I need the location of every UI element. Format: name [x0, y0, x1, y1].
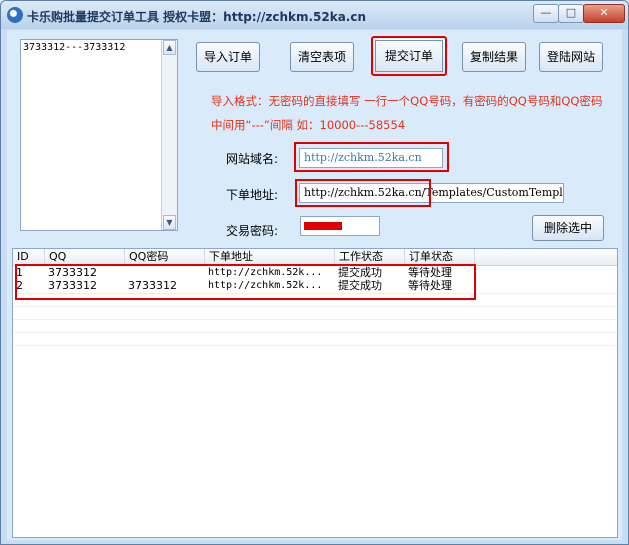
- import-format-hint-line1: 导入格式：无密码的直接填写 一行一个QQ号码，有密码的QQ号码和QQ密码: [211, 94, 603, 108]
- copy-results-button[interactable]: 复制结果: [462, 42, 526, 72]
- row-divider: [13, 306, 617, 307]
- column-header-order-url[interactable]: 下单地址: [205, 249, 335, 265]
- table-row[interactable]: 1 3733312 http://zchkm.52k... 提交成功 等待处理: [13, 266, 617, 279]
- qq-list-content: 3733312---3733312: [23, 42, 126, 53]
- column-header-work-status[interactable]: 工作状态: [335, 249, 405, 265]
- cell-qq-password: [125, 266, 205, 279]
- maximize-button[interactable]: □: [558, 4, 584, 23]
- orders-table-header: ID QQ QQ密码 下单地址 工作状态 订单状态: [13, 249, 617, 266]
- row-divider: [13, 319, 617, 320]
- password-mask: [304, 222, 342, 230]
- order-url-label: 下单地址:: [226, 188, 279, 202]
- client-area: 3733312---3733312 ▲ ▼ 导入订单 清空表项 提交订单 复制结…: [7, 30, 622, 540]
- login-site-button[interactable]: 登陆网站: [539, 42, 603, 72]
- cell-order-status: 等待处理: [408, 266, 452, 279]
- import-format-hint-line2: 中间用“---”间隔 如：10000---58554: [211, 118, 406, 132]
- window-title: 卡乐购批量提交订单工具 授权卡盟：http://zchkm.52ka.cn: [27, 10, 367, 24]
- close-button[interactable]: ✕: [583, 4, 625, 23]
- orders-table[interactable]: ID QQ QQ密码 下单地址 工作状态 订单状态 1 3733312 http…: [12, 248, 618, 538]
- row-divider: [13, 345, 617, 346]
- qq-list-scrollbar[interactable]: ▲ ▼: [161, 40, 177, 230]
- minimize-button[interactable]: —: [533, 4, 559, 23]
- cell-order-status: 等待处理: [408, 279, 452, 292]
- cell-id: 2: [16, 279, 23, 292]
- password-label: 交易密码:: [226, 224, 279, 238]
- clear-items-button[interactable]: 清空表项: [290, 42, 354, 72]
- scroll-up-arrow-icon[interactable]: ▲: [163, 40, 176, 55]
- scroll-down-arrow-icon[interactable]: ▼: [163, 215, 176, 230]
- cell-id: 1: [16, 266, 23, 279]
- domain-input[interactable]: http://zchkm.52ka.cn: [299, 148, 443, 168]
- cell-work-status: 提交成功: [338, 266, 382, 279]
- column-header-order-status[interactable]: 订单状态: [405, 249, 475, 265]
- row-divider: [13, 293, 617, 294]
- app-icon: [7, 7, 23, 23]
- cell-order-url: http://zchkm.52k...: [208, 267, 323, 278]
- main-window: 卡乐购批量提交订单工具 授权卡盟：http://zchkm.52ka.cn — …: [0, 0, 629, 545]
- column-header-qq[interactable]: QQ: [45, 249, 125, 265]
- cell-qq-password: 3733312: [128, 279, 177, 292]
- password-input[interactable]: [300, 216, 380, 236]
- column-header-id[interactable]: ID: [13, 249, 45, 265]
- domain-label: 网站域名:: [226, 152, 279, 166]
- cell-work-status: 提交成功: [338, 279, 382, 292]
- cell-order-url: http://zchkm.52k...: [208, 280, 323, 291]
- table-row[interactable]: 2 3733312 3733312 http://zchkm.52k... 提交…: [13, 279, 617, 292]
- cell-qq: 3733312: [48, 279, 97, 292]
- import-orders-button[interactable]: 导入订单: [196, 42, 260, 72]
- order-url-input[interactable]: http://zchkm.52ka.cn/Templates/CustomTem…: [299, 183, 564, 203]
- row-divider: [13, 332, 617, 333]
- column-header-qq-password[interactable]: QQ密码: [125, 249, 205, 265]
- title-bar[interactable]: 卡乐购批量提交订单工具 授权卡盟：http://zchkm.52ka.cn — …: [1, 1, 628, 29]
- delete-selected-button[interactable]: 删除选中: [532, 215, 604, 241]
- qq-list-textarea[interactable]: 3733312---3733312 ▲ ▼: [20, 39, 178, 231]
- cell-qq: 3733312: [48, 266, 97, 279]
- submit-orders-button[interactable]: 提交订单: [371, 36, 447, 76]
